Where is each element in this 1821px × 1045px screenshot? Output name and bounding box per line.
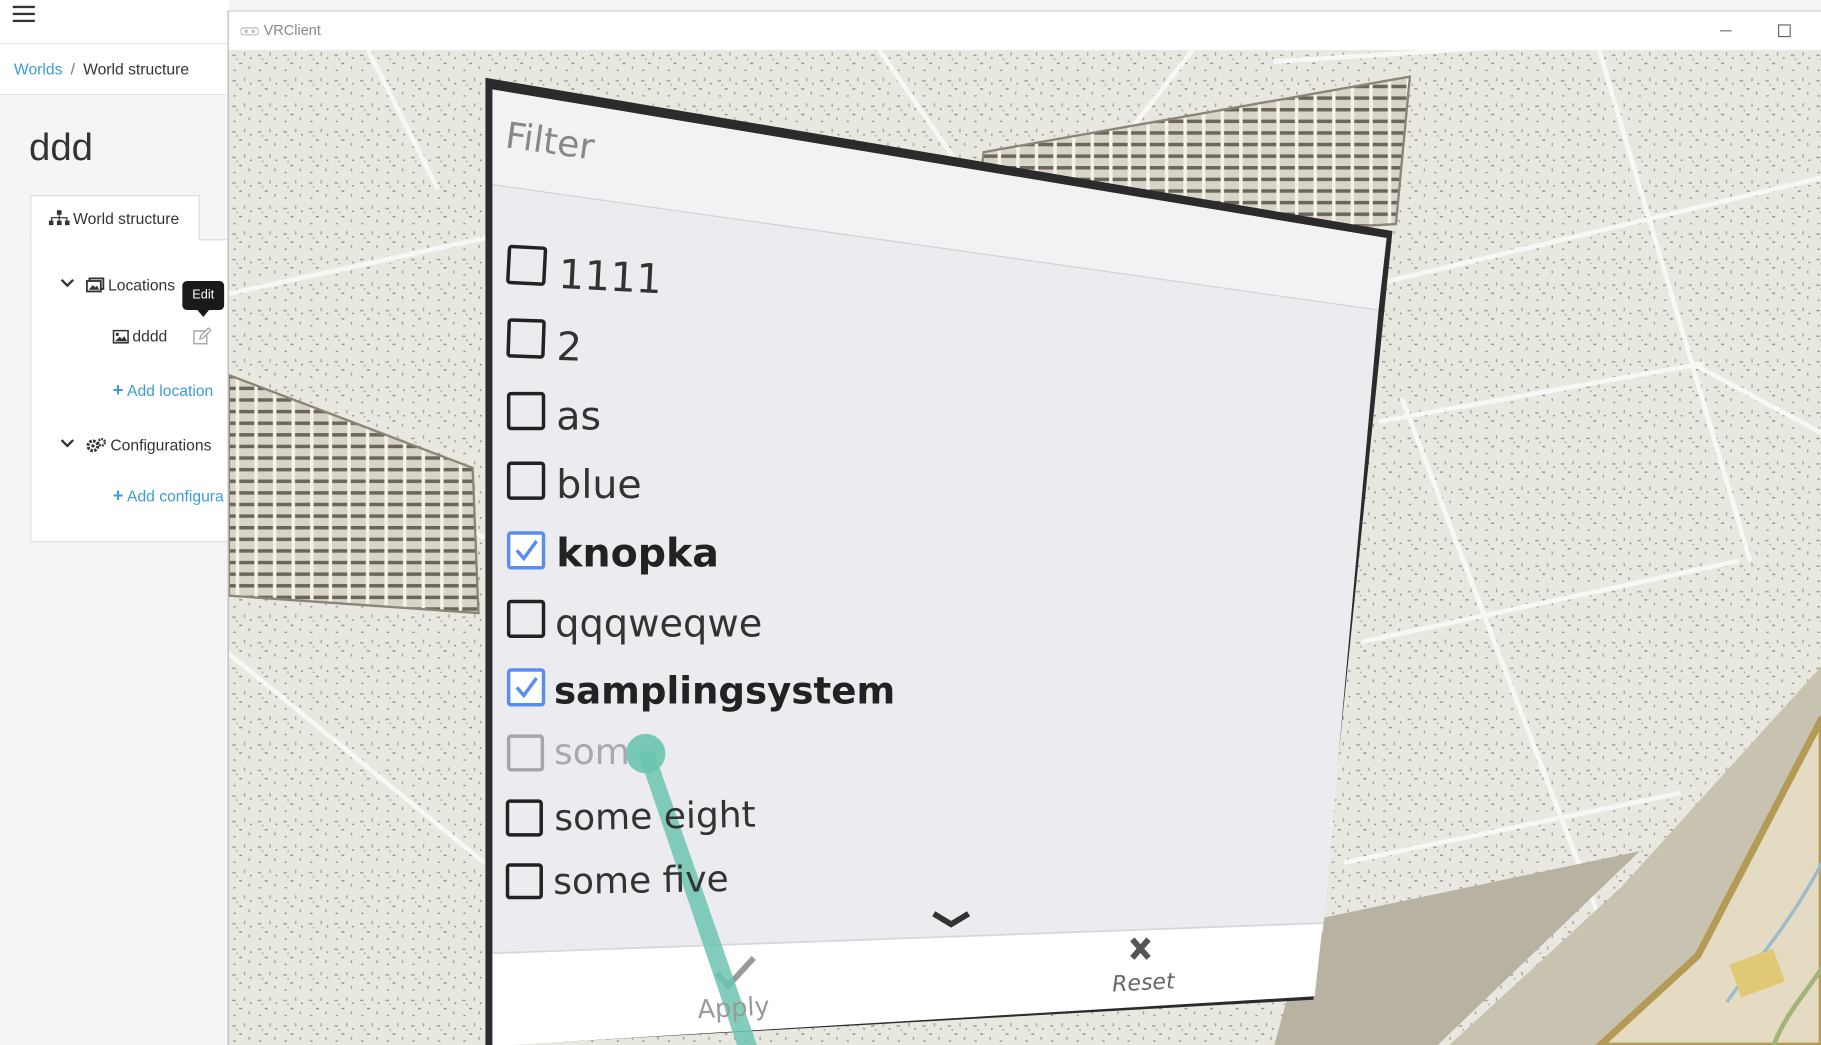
laser-pointer-dot <box>625 733 666 774</box>
breadcrumb-current: World structure <box>83 60 190 78</box>
filter-option-some-eight[interactable]: some eight <box>554 794 756 839</box>
add-configuration-link[interactable]: + Add configura <box>113 487 224 508</box>
location-item-label[interactable]: dddd <box>132 327 167 344</box>
filter-option-som[interactable]: som <box>554 731 630 773</box>
plus-icon: + <box>112 486 124 507</box>
tab-world-structure[interactable]: World structure <box>30 195 200 241</box>
breadcrumb: Worlds / World structure <box>0 44 229 96</box>
edit-icon[interactable] <box>193 327 212 345</box>
filter-option-1111[interactable]: 1111 <box>557 252 663 304</box>
sitemap-icon <box>48 210 70 226</box>
filter-option-blue[interactable]: blue <box>556 462 641 508</box>
app-header <box>0 0 229 45</box>
page-title: ddd <box>29 125 93 169</box>
filter-option-some-five[interactable]: some five <box>553 858 729 903</box>
image-icon <box>112 329 129 344</box>
checkbox-samplingsystem[interactable] <box>506 668 546 707</box>
apply-button[interactable]: Apply <box>697 992 771 1025</box>
tree-node-locations: Locations <box>59 276 175 294</box>
plus-icon: + <box>112 380 124 401</box>
tab-label: World structure <box>73 210 180 228</box>
hamburger-icon[interactable] <box>12 3 36 24</box>
configurations-label[interactable]: Configurations <box>110 437 211 454</box>
breadcrumb-separator: / <box>70 60 75 78</box>
vrclient-window: VRClient Filter 1111 2 as blue knopka qq… <box>227 10 1821 1045</box>
filter-option-2[interactable]: 2 <box>556 324 583 371</box>
filter-option-qqqweqwe[interactable]: qqqweqwe <box>555 600 762 645</box>
window-title: VRClient <box>263 22 321 39</box>
add-location-link[interactable]: + Add location <box>113 381 214 402</box>
window-titlebar: VRClient <box>228 11 1821 50</box>
checkbox-knopka[interactable] <box>506 531 546 570</box>
filter-option-samplingsystem[interactable]: samplingsystem <box>554 669 895 713</box>
maximize-icon <box>1778 24 1791 38</box>
chevron-down-icon[interactable] <box>59 276 75 290</box>
minimize-icon <box>1719 30 1732 32</box>
maximize-button[interactable] <box>1757 12 1810 50</box>
filter-option-as[interactable]: as <box>556 394 601 440</box>
edit-tooltip: Edit <box>182 280 225 317</box>
locations-label[interactable]: Locations <box>108 276 175 293</box>
reset-button[interactable]: Reset <box>1111 969 1175 998</box>
add-configuration-label[interactable]: Add configura <box>127 488 224 505</box>
location-item[interactable]: dddd <box>112 327 167 345</box>
app-icon <box>240 27 259 36</box>
add-location-label[interactable]: Add location <box>127 382 213 399</box>
chevron-down-icon[interactable] <box>59 437 75 451</box>
cogs-icon <box>86 437 107 453</box>
tree-node-configurations: Configurations <box>59 437 211 454</box>
vr-scene <box>228 49 1821 1045</box>
vr-viewport[interactable]: Filter 1111 2 as blue knopka qqqweqwe sa… <box>228 49 1821 1045</box>
images-icon <box>85 277 105 293</box>
filter-option-knopka[interactable]: knopka <box>556 531 719 577</box>
minimize-button[interactable] <box>1699 12 1752 50</box>
breadcrumb-worlds-link[interactable]: Worlds <box>14 60 63 77</box>
